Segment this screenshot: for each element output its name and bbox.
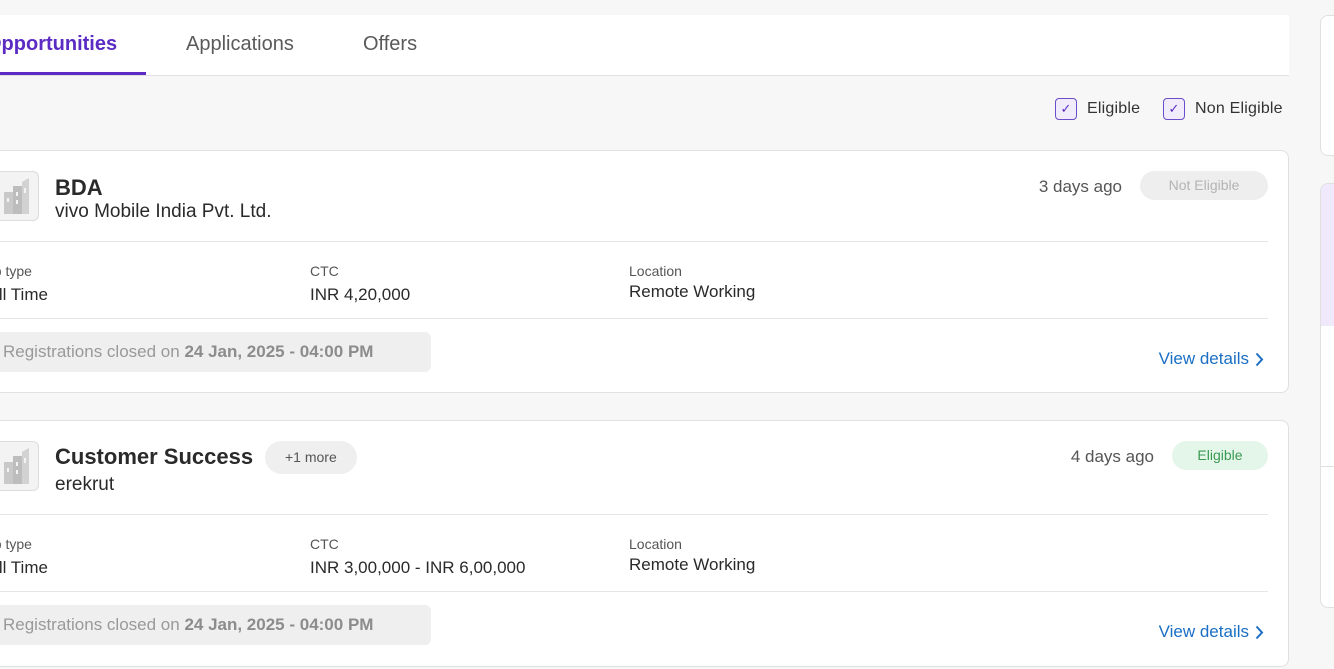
tab-offers[interactable]: Offers [363, 15, 417, 75]
registration-prefix: Registrations closed on [3, 615, 185, 634]
location-label: Location [629, 536, 682, 552]
filter-eligible-label: Eligible [1087, 100, 1141, 117]
location-value: Remote Working [629, 282, 756, 301]
tabs-bar: Opportunities Applications Offers [0, 15, 1289, 76]
view-details-label: View details [1158, 622, 1249, 641]
job-type-value: Full Time [0, 285, 48, 304]
divider [0, 591, 1268, 592]
side-panel-accent [1321, 184, 1334, 326]
tab-opportunities[interactable]: Opportunities [0, 15, 146, 75]
registration-closed-banner: Registrations closed on 24 Jan, 2025 - 0… [0, 332, 431, 372]
job-type-label: Job type [0, 263, 32, 279]
job-type-value: Full Time [0, 558, 48, 577]
registration-date: 24 Jan, 2025 - 04:00 PM [184, 342, 374, 361]
registration-date: 24 Jan, 2025 - 04:00 PM [184, 615, 374, 634]
status-badge: Not Eligible [1140, 171, 1268, 200]
job-title: BDA [55, 175, 103, 200]
chevron-right-icon [1255, 352, 1264, 366]
ctc-label: CTC [310, 263, 339, 279]
job-title: Customer Success [55, 444, 254, 469]
company-name: erekrut [55, 474, 115, 495]
non-eligible-checkbox[interactable]: ✓ [1163, 98, 1185, 120]
posted-time: 3 days ago [1038, 177, 1122, 196]
company-name: vivo Mobile India Pvt. Ltd. [55, 201, 272, 222]
posted-time: 4 days ago [1070, 447, 1154, 466]
view-details-link[interactable]: View details [1159, 622, 1264, 642]
job-card[interactable]: BDA vivo Mobile India Pvt. Ltd. 3 days a… [0, 150, 1289, 393]
divider [0, 241, 1268, 242]
building-icon [4, 178, 29, 214]
ctc-label: CTC [310, 536, 339, 552]
filter-non-eligible[interactable]: ✓ Non Eligible [1163, 97, 1283, 121]
ctc-value: INR 3,00,000 - INR 6,00,000 [310, 558, 526, 577]
tab-applications[interactable]: Applications [186, 15, 294, 75]
location-value: Remote Working [629, 555, 756, 574]
job-type-label: Job type [0, 536, 32, 552]
view-details-link[interactable]: View details [1159, 349, 1264, 369]
side-panel [1320, 183, 1334, 608]
divider [1321, 466, 1334, 467]
registration-prefix: Registrations closed on [3, 342, 185, 361]
company-logo [0, 441, 39, 491]
more-roles-chip[interactable]: +1 more [265, 441, 357, 474]
chevron-right-icon [1255, 625, 1264, 639]
view-details-label: View details [1158, 349, 1249, 368]
eligible-checkbox[interactable]: ✓ [1055, 98, 1077, 120]
company-logo [0, 171, 39, 221]
status-badge: Eligible [1172, 441, 1268, 470]
ctc-value: INR 4,20,000 [310, 285, 411, 304]
location-label: Location [629, 263, 682, 279]
filter-eligible[interactable]: ✓ Eligible [1055, 97, 1140, 121]
side-panel [1320, 15, 1334, 156]
filter-non-eligible-label: Non Eligible [1195, 100, 1283, 117]
registration-closed-banner: Registrations closed on 24 Jan, 2025 - 0… [0, 605, 431, 645]
page: Opportunities Applications Offers ✓ Elig… [0, 0, 1334, 669]
divider [0, 318, 1268, 319]
divider [0, 514, 1268, 515]
building-icon [4, 448, 29, 484]
job-card[interactable]: Customer Success +1 more erekrut 4 days … [0, 420, 1289, 667]
